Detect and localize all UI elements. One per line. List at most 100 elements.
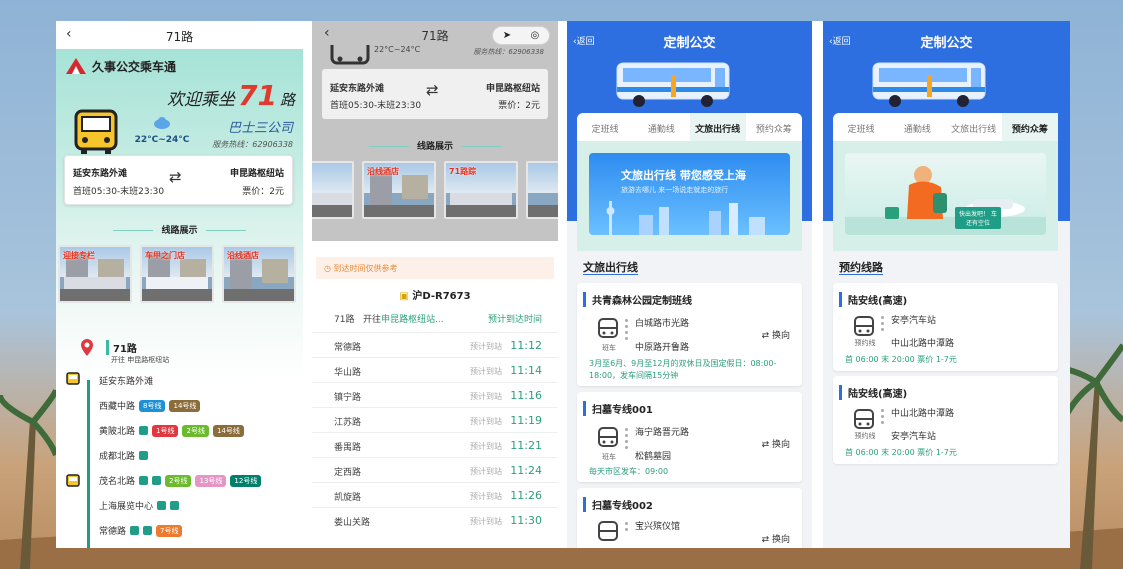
gallery-photo[interactable]: 迎接专栏 <box>58 245 132 303</box>
service-hours: 首班05:30-末班23:30 <box>73 187 165 197</box>
stop-item[interactable]: 茂名北路 2号线 13号线 12号线 <box>99 474 262 487</box>
arrival-row[interactable]: 常德路 预计到站 11:12 <box>312 332 558 357</box>
location-icon[interactable]: ➤ <box>503 30 511 41</box>
tab-commute-line[interactable]: 通勤线 <box>889 113 945 141</box>
service-hours: 首班05:30-末班23:30 <box>330 101 422 111</box>
route-card[interactable]: 扫墓专线001 班车 海宁路晋元路 松鹤墓园 ⇄ 换向 每天市区发车：09:00 <box>577 392 802 482</box>
stop-name: 茂名北路 <box>99 477 136 487</box>
photo-caption: 车甲之门店 <box>145 251 185 260</box>
arrival-stop: 娄山关路 <box>334 518 371 528</box>
banner-image[interactable]: 文旅出行线 带您感受上海 旅游去哪儿 来一场说走就走的旅行 <box>589 153 790 235</box>
arrival-time: 11:16 <box>510 389 542 402</box>
banner-badge: 快出发吧！ 车还有空位 <box>955 207 1001 229</box>
gallery-photo[interactable] <box>526 161 558 219</box>
route-summary-card: 延安东路外滩 ⇄ 申昆路枢纽站 首班05:30-末班23:30 票价：2元 <box>64 155 293 205</box>
notice-text: 到达时间仅供参考 <box>333 264 398 273</box>
tab-crowdfund[interactable]: 预约众筹 <box>1001 113 1058 141</box>
photo-caption: 沿线酒店 <box>227 251 259 260</box>
route-card[interactable]: 扫墓专线002 宝兴殡仪馆 ⇄ 换向 <box>577 488 802 548</box>
stop-name: 黄陂北路 <box>99 427 136 437</box>
route-dots <box>625 319 628 343</box>
route-from: 宝兴殡仪馆 <box>635 522 681 532</box>
arrival-row[interactable]: 番禺路 预计到站 11:21 <box>312 432 558 457</box>
stop-item[interactable]: 延安东路外滩 <box>99 374 153 387</box>
nav-bar: ‹返回 定制公交 <box>823 21 1070 51</box>
gallery-photo[interactable]: 71路踪 <box>444 161 518 219</box>
railway-icon <box>143 526 153 535</box>
category-tabs: 定班线 通勤线 文旅出行线 预约众筹 <box>833 113 1058 141</box>
operator-info: 巴士三公司 服务热线：62906338 <box>212 117 293 150</box>
swap-direction-icon[interactable]: ⇄ <box>169 168 182 186</box>
route-card[interactable]: 共青森林公园定制班线 班车 白城路市光路 中原路开鲁路 ⇄ 换向 3月至6月、9… <box>577 283 802 386</box>
arrival-time: 11:12 <box>510 339 542 352</box>
arrival-stop: 华山路 <box>334 368 362 378</box>
arrival-row[interactable]: 凯旋路 预计到站 11:26 <box>312 482 558 507</box>
bus-icon <box>330 45 370 65</box>
tab-commute-line[interactable]: 通勤线 <box>633 113 689 141</box>
tab-tourism-line[interactable]: 文旅出行线 <box>946 113 1002 141</box>
metro-line-tag: 13号线 <box>195 474 227 487</box>
target-icon[interactable]: ◎ <box>531 30 540 41</box>
stop-item[interactable]: 西藏中路 8号线 14号线 <box>99 399 201 412</box>
stop-name: 延安东路外滩 <box>99 377 154 387</box>
banner-image[interactable]: 快出发吧！ 车还有空位 <box>845 153 1046 235</box>
traveler-illustration <box>845 166 1046 235</box>
reverse-direction-button[interactable]: ⇄ 换向 <box>762 328 790 341</box>
terminal-stop: 申昆路枢纽站 <box>229 169 284 179</box>
vehicle-plate: ▣ 沪D-R7673 <box>312 287 558 302</box>
bus-type-label: 班车 <box>602 344 616 352</box>
route-direction: 开往 申昆路枢纽站 <box>111 356 170 364</box>
cloud-icon <box>154 117 170 129</box>
arrival-time: 11:14 <box>510 364 542 377</box>
metro-icon <box>130 526 140 535</box>
arrival-stop: 定西路 <box>334 468 362 478</box>
toward-destination: 申昆路枢纽站... <box>381 315 444 325</box>
custom-bus-tourism-screen: ‹返回 定制公交 定班线 通勤线 文旅出行线 预约众筹 文旅出行线 带您感受上海… <box>567 21 812 548</box>
mini-program-capsule[interactable]: ➤ ◎ <box>492 26 550 45</box>
route-card[interactable]: 陆安线(高速) 预约线 中山北路中潭路 安亭汽车站 首 06:00 末 20:0… <box>833 376 1058 464</box>
railway-icon <box>170 501 180 510</box>
swap-direction-icon[interactable]: ⇄ <box>426 81 439 99</box>
arrival-label: 预计到站 <box>470 342 502 351</box>
bus-type-label: 班车 <box>602 453 616 461</box>
route-from: 中山北路中潭路 <box>891 409 955 419</box>
screenshot-collage: ‹ 71路 久事公交乘车通 欢迎乘坐 71 路 22°C~24°C 巴士三公司 … <box>56 21 1070 548</box>
schedule-note: 首 06:00 末 20:00 票价 1-7元 <box>845 355 957 364</box>
metro-line-tag: 2号线 <box>165 474 192 487</box>
tab-tourism-line[interactable]: 文旅出行线 <box>689 113 746 141</box>
stop-item[interactable]: 常德路 7号线 <box>99 524 183 537</box>
route-card[interactable]: 陆安线(高速) 预约线 安亭汽车站 中山北路中潭路 首 06:00 末 20:0… <box>833 283 1058 371</box>
hotline: 服务热线：62906338 <box>473 48 544 56</box>
section-title: 预约线路 <box>839 261 883 274</box>
arrival-row[interactable]: 定西路 预计到站 11:24 <box>312 457 558 482</box>
route-to: 中山北路中潭路 <box>891 339 955 349</box>
reverse-direction-button[interactable]: ⇄ 换向 <box>762 437 790 450</box>
arrival-row[interactable]: 娄山关路 预计到站 11:30 <box>312 507 558 532</box>
metro-icon <box>157 501 167 510</box>
arrival-time: 11:21 <box>510 439 542 452</box>
arrival-row[interactable]: 华山路 预计到站 11:14 <box>312 357 558 382</box>
stop-item[interactable]: 成都北路 <box>99 449 149 462</box>
arrival-label: 预计到站 <box>470 367 502 376</box>
tab-crowdfund[interactable]: 预约众筹 <box>746 113 802 141</box>
origin-stop: 延安东路外滩 <box>73 169 128 179</box>
promo-banner: 快出发吧！ 车还有空位 <box>833 141 1058 251</box>
gallery-photo[interactable]: 沿线酒店 <box>222 245 296 303</box>
banner-title: 文旅出行线 带您感受上海 <box>621 169 746 182</box>
metro-line-tag: 12号线 <box>230 474 262 487</box>
tab-fixed-line[interactable]: 定班线 <box>833 113 889 141</box>
reverse-direction-button[interactable]: ⇄ 换向 <box>762 532 790 545</box>
gallery-photo[interactable]: 沿线酒店 <box>362 161 436 219</box>
gallery-photo[interactable]: 车甲之门店 <box>140 245 214 303</box>
gallery-photo[interactable] <box>312 161 354 219</box>
bus-position-icon <box>66 474 80 487</box>
arrival-row[interactable]: 江苏路 预计到站 11:19 <box>312 407 558 432</box>
tab-fixed-line[interactable]: 定班线 <box>577 113 633 141</box>
temperature: 22°C~24°C <box>134 135 190 145</box>
arrival-time: 11:19 <box>510 414 542 427</box>
reverse-label: 换向 <box>771 535 790 545</box>
stop-item[interactable]: 上海展览中心 <box>99 499 180 512</box>
bus-illustration <box>616 62 730 107</box>
arrival-row[interactable]: 镇宁路 预计到站 11:16 <box>312 382 558 407</box>
stop-item[interactable]: 黄陂北路 1号线 2号线 14号线 <box>99 424 244 437</box>
